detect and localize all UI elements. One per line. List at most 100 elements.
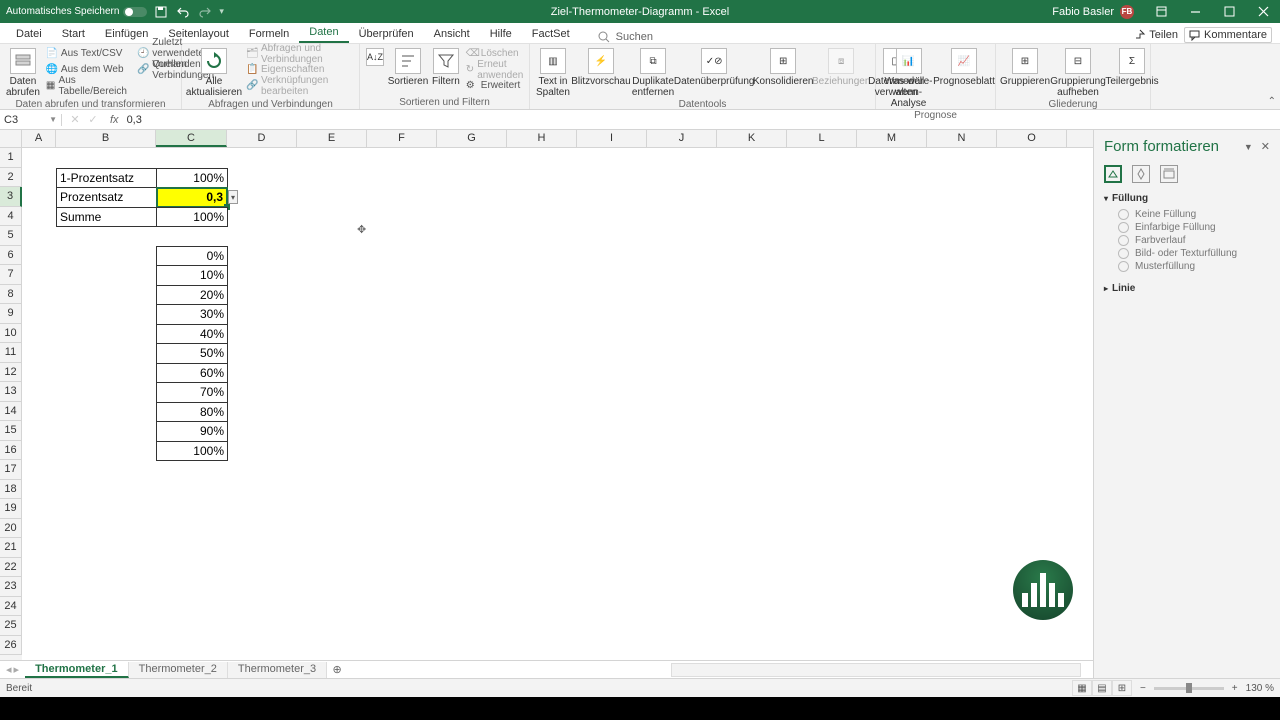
row-header[interactable]: 11 bbox=[0, 343, 22, 363]
row-header[interactable]: 4 bbox=[0, 207, 22, 227]
sheet-tab[interactable]: Thermometer_1 bbox=[25, 662, 129, 678]
save-icon[interactable] bbox=[153, 4, 169, 20]
row-header[interactable]: 15 bbox=[0, 421, 22, 441]
row-header[interactable]: 8 bbox=[0, 285, 22, 305]
data-validation-dropdown-icon[interactable]: ▾ bbox=[228, 190, 238, 204]
tab-überprüfen[interactable]: Überprüfen bbox=[349, 25, 424, 43]
cell-C6[interactable]: 0% bbox=[156, 246, 228, 267]
add-sheet-button[interactable]: ⊕ bbox=[327, 663, 347, 676]
effects-tab-icon[interactable] bbox=[1132, 165, 1150, 183]
namebox-dropdown-icon[interactable]: ▼ bbox=[49, 115, 57, 124]
cell-C14[interactable]: 80% bbox=[156, 402, 228, 423]
accept-formula-icon[interactable]: ✓ bbox=[86, 113, 100, 126]
column-header[interactable]: A bbox=[22, 130, 56, 147]
row-header[interactable]: 18 bbox=[0, 480, 22, 500]
row-header[interactable]: 24 bbox=[0, 597, 22, 617]
toggle-switch-icon[interactable] bbox=[123, 7, 147, 17]
cell-C9[interactable]: 30% bbox=[156, 304, 228, 325]
cell-grid[interactable]: 1-Prozentsatz100%Prozentsatz0,3Summe100%… bbox=[22, 148, 1093, 660]
column-header[interactable]: M bbox=[857, 130, 927, 147]
tab-hilfe[interactable]: Hilfe bbox=[480, 25, 522, 43]
row-header[interactable]: 5 bbox=[0, 226, 22, 246]
fill-line-tab-icon[interactable] bbox=[1104, 165, 1122, 183]
row-header[interactable]: 21 bbox=[0, 538, 22, 558]
line-section-header[interactable]: ▸ Linie bbox=[1104, 283, 1270, 294]
row-header[interactable]: 1 bbox=[0, 148, 22, 168]
row-header[interactable]: 9 bbox=[0, 304, 22, 324]
sheet-tab[interactable]: Thermometer_3 bbox=[228, 662, 327, 678]
column-header[interactable]: K bbox=[717, 130, 787, 147]
column-header[interactable]: I bbox=[577, 130, 647, 147]
row-header[interactable]: 19 bbox=[0, 499, 22, 519]
whatif-button[interactable]: 📊Was-wäre-wenn- Analyse bbox=[882, 46, 935, 109]
text-to-columns-button[interactable]: ▥Text in Spalten bbox=[536, 46, 570, 98]
cell-C15[interactable]: 90% bbox=[156, 421, 228, 442]
row-header[interactable]: 2 bbox=[0, 168, 22, 188]
filter-button[interactable]: Filtern bbox=[432, 46, 460, 93]
row-header[interactable]: 16 bbox=[0, 441, 22, 461]
column-header[interactable]: D bbox=[227, 130, 297, 147]
get-data-button[interactable]: Daten abrufen bbox=[6, 46, 40, 98]
row-header[interactable]: 6 bbox=[0, 246, 22, 266]
cell-C12[interactable]: 60% bbox=[156, 363, 228, 384]
comments-button[interactable]: Kommentare bbox=[1184, 27, 1272, 43]
row-header[interactable]: 7 bbox=[0, 265, 22, 285]
page-break-view-icon[interactable]: ⊞ bbox=[1112, 680, 1132, 696]
row-header[interactable]: 17 bbox=[0, 460, 22, 480]
cell-C16[interactable]: 100% bbox=[156, 441, 228, 462]
tab-datei[interactable]: Datei bbox=[6, 25, 52, 43]
row-header[interactable]: 14 bbox=[0, 402, 22, 422]
column-header[interactable]: C bbox=[156, 130, 227, 147]
page-layout-view-icon[interactable]: ▤ bbox=[1092, 680, 1112, 696]
undo-icon[interactable] bbox=[175, 4, 191, 20]
normal-view-icon[interactable]: ▦ bbox=[1072, 680, 1092, 696]
user-account[interactable]: Fabio Basler FB bbox=[1042, 5, 1144, 19]
column-header[interactable]: F bbox=[367, 130, 437, 147]
size-tab-icon[interactable] bbox=[1160, 165, 1178, 183]
row-header[interactable]: 20 bbox=[0, 519, 22, 539]
row-header[interactable]: 26 bbox=[0, 636, 22, 656]
sheet-nav-prev-icon[interactable]: ◂ bbox=[6, 663, 12, 676]
solid-fill-option[interactable]: Einfarbige Füllung bbox=[1104, 221, 1270, 234]
row-header[interactable]: 12 bbox=[0, 363, 22, 383]
column-header[interactable]: H bbox=[507, 130, 577, 147]
from-textcsv-button[interactable]: 📄Aus Text/CSV bbox=[44, 46, 131, 61]
tab-ansicht[interactable]: Ansicht bbox=[424, 25, 480, 43]
cell-B2[interactable]: 1-Prozentsatz bbox=[56, 168, 157, 189]
gradient-fill-option[interactable]: Farbverlauf bbox=[1104, 234, 1270, 247]
column-header[interactable]: L bbox=[787, 130, 857, 147]
consolidate-button[interactable]: ⊞Konsolidieren bbox=[754, 46, 812, 98]
zoom-level[interactable]: 130 % bbox=[1246, 683, 1274, 694]
data-validation-button[interactable]: ✓⊘Datenüberprüfung bbox=[678, 46, 750, 98]
column-header[interactable]: G bbox=[437, 130, 507, 147]
column-header[interactable]: N bbox=[927, 130, 997, 147]
tab-start[interactable]: Start bbox=[52, 25, 95, 43]
cell-C3[interactable]: 0,3 bbox=[156, 187, 228, 208]
cell-C7[interactable]: 10% bbox=[156, 265, 228, 286]
tell-me-search[interactable]: Suchen bbox=[598, 31, 653, 43]
formula-input[interactable]: 0,3 bbox=[123, 114, 1280, 126]
ribbon-display-icon[interactable] bbox=[1144, 0, 1178, 23]
tab-einfügen[interactable]: Einfügen bbox=[95, 25, 158, 43]
row-header[interactable]: 23 bbox=[0, 577, 22, 597]
zoom-out-icon[interactable]: − bbox=[1140, 683, 1146, 694]
picture-fill-option[interactable]: Bild- oder Texturfüllung bbox=[1104, 247, 1270, 260]
tab-factset[interactable]: FactSet bbox=[522, 25, 580, 43]
cell-C13[interactable]: 70% bbox=[156, 382, 228, 403]
column-header[interactable]: J bbox=[647, 130, 717, 147]
no-fill-option[interactable]: Keine Füllung bbox=[1104, 208, 1270, 221]
flash-fill-button[interactable]: ⚡Blitzvorschau bbox=[574, 46, 628, 98]
zoom-in-icon[interactable]: + bbox=[1232, 683, 1238, 694]
sort-asc-button[interactable]: A↓Z bbox=[366, 46, 384, 93]
tab-daten[interactable]: Daten bbox=[299, 23, 348, 43]
row-header[interactable]: 3 bbox=[0, 187, 22, 207]
close-icon[interactable] bbox=[1246, 0, 1280, 23]
column-header[interactable]: B bbox=[56, 130, 156, 147]
minimize-icon[interactable] bbox=[1178, 0, 1212, 23]
share-button[interactable]: Teilen bbox=[1134, 29, 1178, 41]
zoom-slider[interactable] bbox=[1154, 687, 1224, 690]
panel-dropdown-icon[interactable]: ▼ bbox=[1244, 142, 1253, 152]
column-header[interactable]: E bbox=[297, 130, 367, 147]
row-header[interactable]: 10 bbox=[0, 324, 22, 344]
cell-C8[interactable]: 20% bbox=[156, 285, 228, 306]
